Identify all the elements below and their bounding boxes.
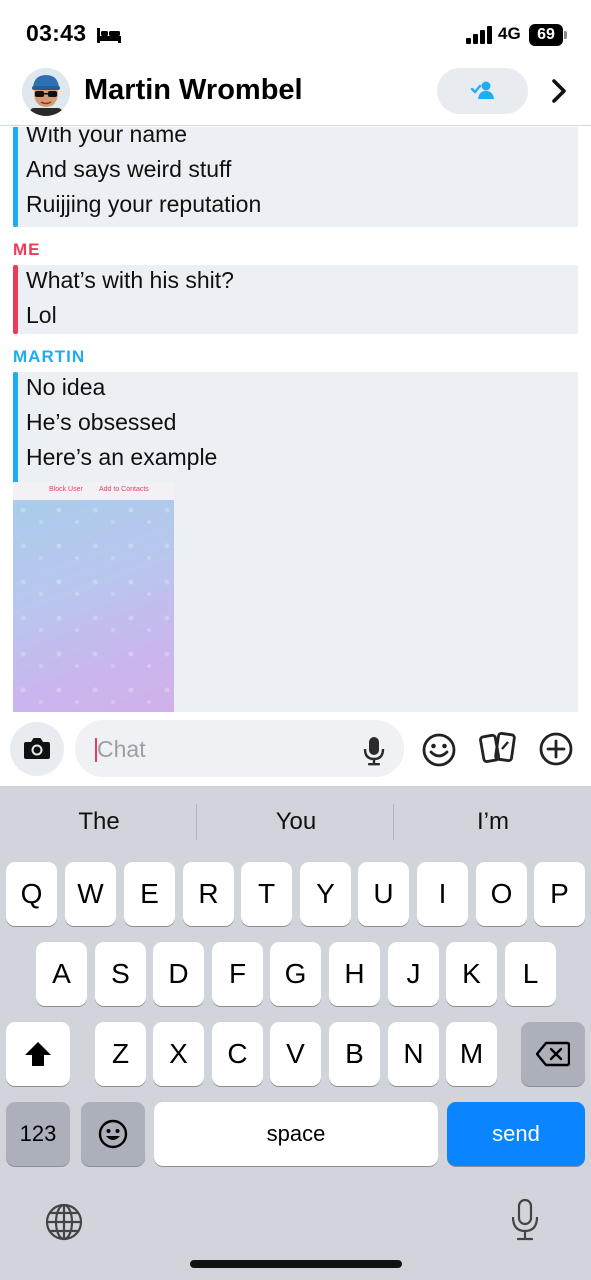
key-j[interactable]: J <box>388 942 439 1006</box>
camera-icon <box>24 738 50 759</box>
battery-level: 69 <box>537 26 555 43</box>
shift-icon <box>25 1042 51 1066</box>
image-text-add-contacts: Add to Contacts <box>99 486 149 493</box>
key-v[interactable]: V <box>270 1022 321 1086</box>
status-bar: 03:43 4G 69 <box>0 0 591 66</box>
backspace-icon <box>536 1041 570 1067</box>
key-k[interactable]: K <box>446 942 497 1006</box>
key-b[interactable]: B <box>329 1022 380 1086</box>
key-f[interactable]: F <box>212 942 263 1006</box>
friend-status-button[interactable] <box>437 68 528 114</box>
key-o[interactable]: O <box>476 862 527 926</box>
message-text: What’s with his shit? <box>26 267 234 293</box>
status-time: 03:43 <box>26 20 87 46</box>
message-text: With your name <box>26 127 188 147</box>
message-block[interactable]: With your name And says weird stuff Ruij… <box>13 127 578 227</box>
suggestion-3[interactable]: I’m <box>403 808 583 836</box>
message-text: Here’s an example <box>26 444 218 470</box>
chat-header: Martin Wrombel <box>0 66 591 126</box>
space-key[interactable]: space <box>154 1102 438 1166</box>
key-n[interactable]: N <box>388 1022 439 1086</box>
key-u[interactable]: U <box>358 862 409 926</box>
stickers-cards-icon[interactable] <box>479 731 517 765</box>
send-key[interactable]: send <box>447 1102 585 1166</box>
globe-icon[interactable] <box>44 1202 84 1242</box>
key-a[interactable]: A <box>36 942 87 1006</box>
key-e[interactable]: E <box>124 862 175 926</box>
message-list[interactable]: With your name And says weird stuff Ruij… <box>0 127 591 712</box>
key-m[interactable]: M <box>446 1022 497 1086</box>
key-l[interactable]: L <box>505 942 556 1006</box>
cellular-signal-icon <box>466 26 492 44</box>
message-block[interactable]: What’s with his shit? Lol <box>13 265 578 334</box>
chevron-right-icon[interactable] <box>548 78 570 104</box>
key-d[interactable]: D <box>153 942 204 1006</box>
home-indicator[interactable] <box>190 1260 402 1268</box>
message-text: Ruijjing your reputation <box>26 191 262 217</box>
camera-button[interactable] <box>10 722 64 776</box>
sender-label: ME <box>13 240 41 259</box>
image-text-block-user: Block User <box>49 486 83 493</box>
chat-placeholder: Chat <box>97 736 146 762</box>
emoji-icon[interactable] <box>421 732 457 768</box>
network-type: 4G <box>498 24 521 43</box>
bitmoji-icon <box>22 68 70 116</box>
key-c[interactable]: C <box>212 1022 263 1086</box>
message-text: No idea <box>26 374 106 400</box>
sleep-focus-icon <box>97 28 121 43</box>
key-p[interactable]: P <box>534 862 585 926</box>
plus-icon[interactable] <box>538 731 574 767</box>
message-text: He’s obsessed <box>26 409 177 435</box>
chat-input[interactable]: Chat <box>75 720 404 777</box>
battery-icon: 69 <box>529 24 567 46</box>
suggestion-1[interactable]: The <box>9 808 189 836</box>
microphone-icon[interactable] <box>363 736 385 766</box>
shift-key[interactable] <box>6 1022 70 1086</box>
contact-name[interactable]: Martin Wrombel <box>84 74 303 107</box>
emoji-keyboard-key[interactable] <box>81 1102 145 1166</box>
key-t[interactable]: T <box>241 862 292 926</box>
key-h[interactable]: H <box>329 942 380 1006</box>
dictation-microphone-icon[interactable] <box>510 1198 540 1242</box>
emoji-keyboard-icon <box>98 1119 128 1149</box>
friend-check-icon <box>470 81 494 99</box>
suggestion-2[interactable]: You <box>206 808 386 836</box>
key-r[interactable]: R <box>183 862 234 926</box>
key-x[interactable]: X <box>153 1022 204 1086</box>
key-s[interactable]: S <box>95 942 146 1006</box>
message-text: Lol <box>26 302 57 328</box>
shared-screenshot-image[interactable]: Block User Add to Contacts <box>13 482 174 712</box>
message-text: And says weird stuff <box>26 156 232 182</box>
sender-label: MARTIN <box>13 347 86 366</box>
key-q[interactable]: Q <box>6 862 57 926</box>
avatar[interactable] <box>22 68 70 116</box>
delete-key[interactable] <box>521 1022 585 1086</box>
key-i[interactable]: I <box>417 862 468 926</box>
key-g[interactable]: G <box>270 942 321 1006</box>
key-y[interactable]: Y <box>300 862 351 926</box>
keyboard: The You I’m Q W E R T Y U I O P A S D F … <box>0 786 591 1280</box>
chat-input-bar: Chat <box>0 712 591 786</box>
key-w[interactable]: W <box>65 862 116 926</box>
numbers-key[interactable]: 123 <box>6 1102 70 1166</box>
key-z[interactable]: Z <box>95 1022 146 1086</box>
